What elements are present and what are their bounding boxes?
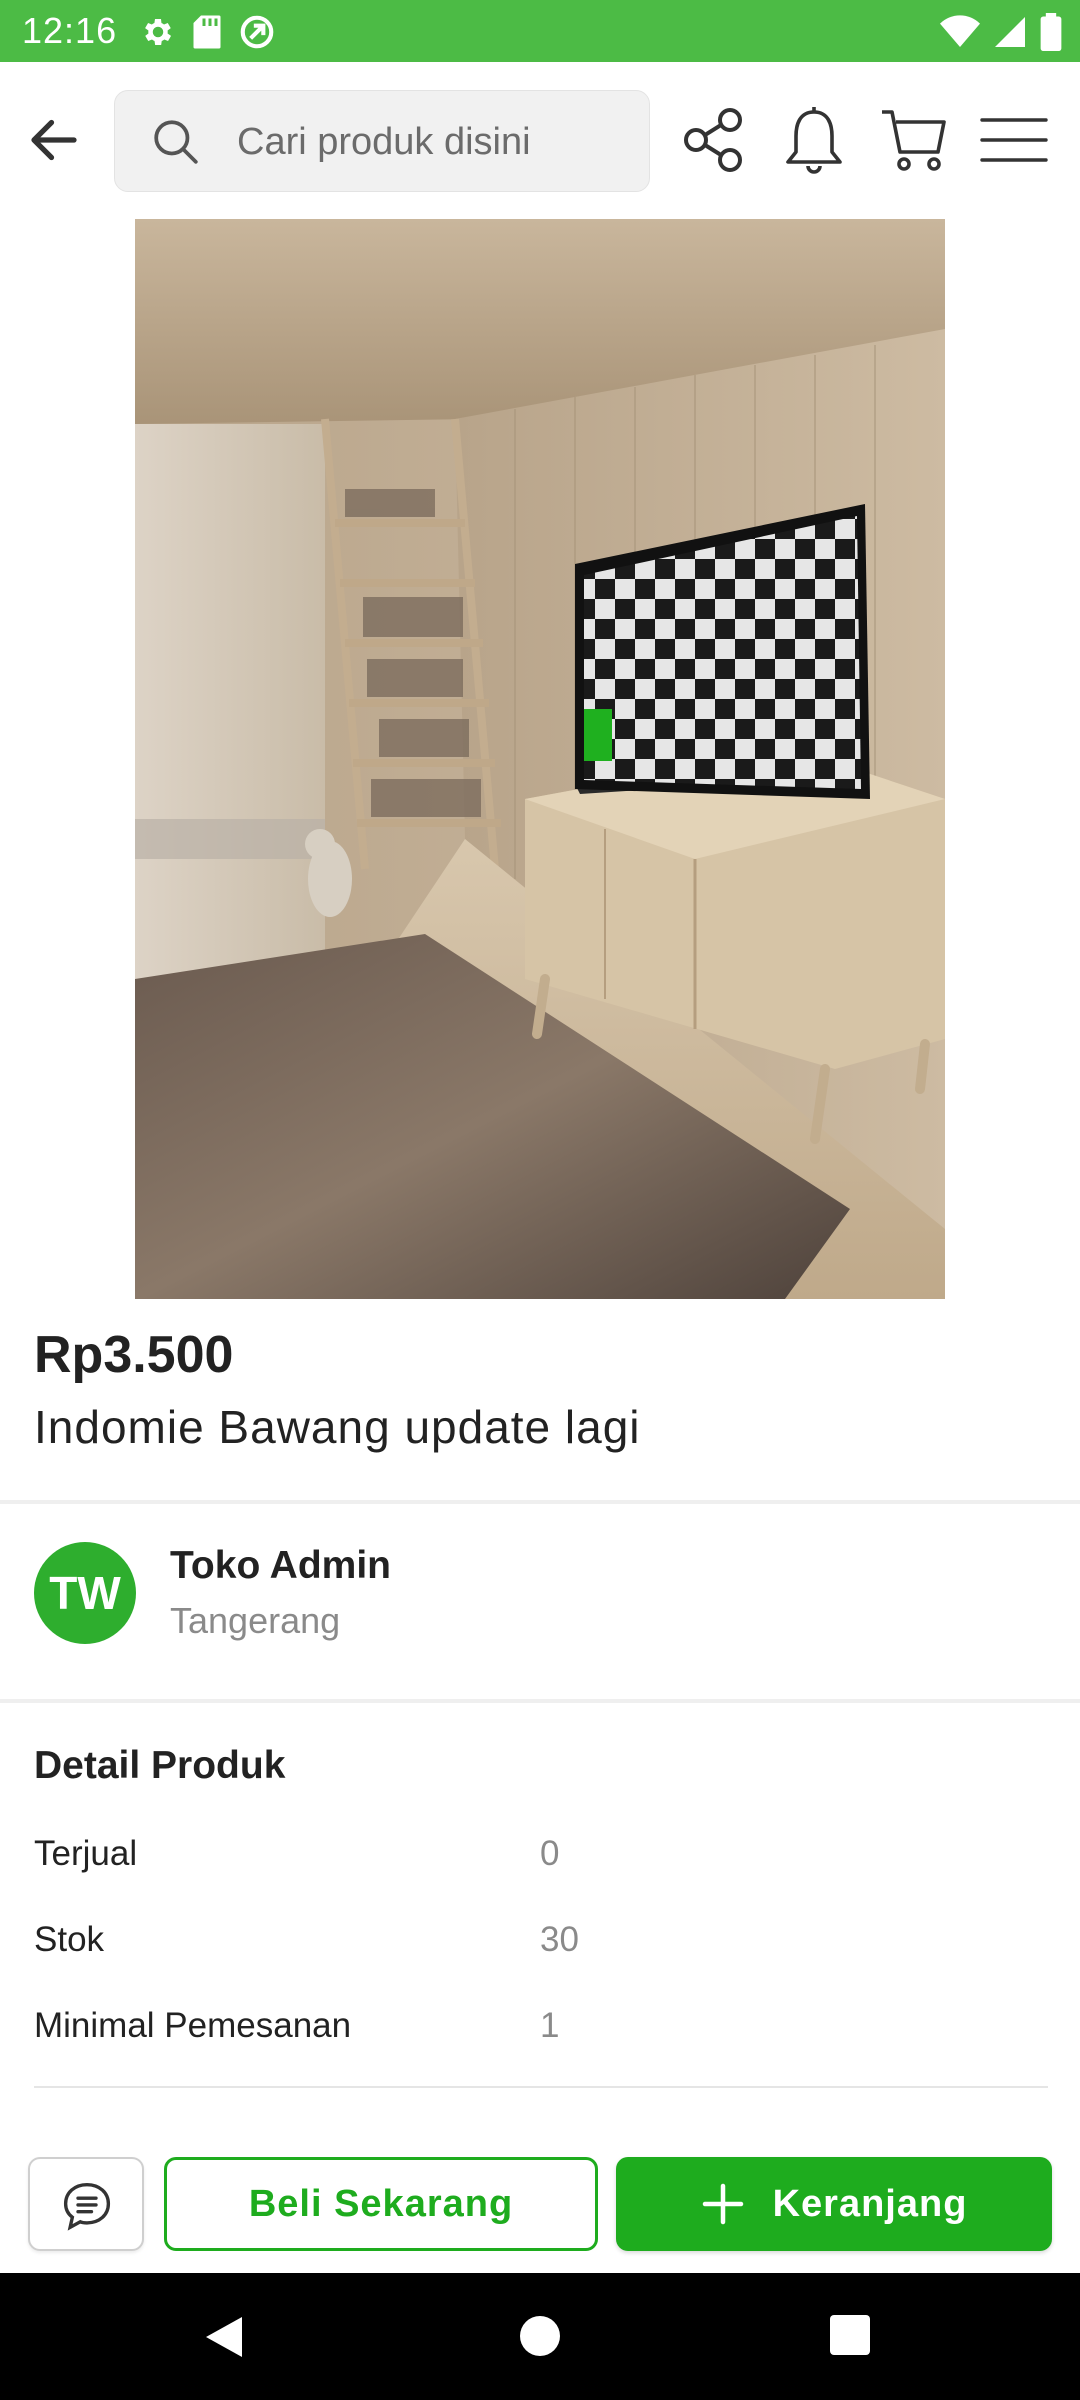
back-button[interactable] (24, 110, 94, 172)
detail-header: Detail Produk (34, 1744, 286, 1787)
nav-home-icon[interactable] (517, 2313, 563, 2359)
signal-icon (995, 17, 1025, 47)
data-saver-icon (240, 15, 274, 49)
detail-value: 0 (540, 1834, 560, 1873)
wifi-icon (940, 15, 980, 47)
chat-icon (63, 2182, 111, 2231)
detail-value: 1 (540, 2006, 560, 2045)
nav-back-icon[interactable] (200, 2313, 248, 2361)
search-bar[interactable] (114, 90, 650, 192)
store-location: Tangerang (170, 1600, 341, 1641)
add-to-cart-button[interactable]: Keranjang (616, 2157, 1052, 2251)
buy-now-button[interactable]: Beli Sekarang (164, 2157, 598, 2251)
menu-icon[interactable] (978, 104, 1050, 176)
search-icon (154, 120, 198, 164)
system-nav-bar (0, 2273, 1080, 2400)
cart-icon[interactable] (878, 104, 950, 176)
plus-icon (702, 2183, 743, 2225)
settings-icon (145, 18, 172, 46)
product-price: Rp3.500 (34, 1326, 234, 1384)
detail-value: 30 (540, 1920, 579, 1959)
detail-divider (34, 2086, 1048, 2088)
product-title: Indomie Bawang update lagi (34, 1401, 641, 1453)
share-icon[interactable] (678, 104, 750, 176)
sd-card-icon (193, 15, 221, 49)
product-image[interactable] (135, 219, 945, 1299)
add-to-cart-label: Keranjang (772, 2182, 968, 2225)
detail-label: Stok (34, 1920, 105, 1959)
store-avatar[interactable]: TW (34, 1542, 136, 1644)
top-nav (0, 62, 1080, 220)
back-arrow-icon (31, 119, 77, 161)
nav-recents-icon[interactable] (828, 2313, 872, 2357)
bell-icon[interactable] (778, 104, 850, 176)
status-time: 12:16 (22, 10, 118, 51)
detail-row-sold: Terjual 0 (34, 1834, 1048, 1894)
section-divider (0, 1699, 1080, 1703)
detail-label: Minimal Pemesanan (34, 2006, 352, 2045)
section-divider (0, 1500, 1080, 1504)
status-bar: 12:16 (0, 0, 1080, 62)
battery-icon (1040, 13, 1062, 51)
detail-label: Terjual (34, 1834, 138, 1873)
detail-row-stock: Stok 30 (34, 1920, 1048, 1980)
search-input[interactable] (235, 111, 629, 173)
detail-row-min-order: Minimal Pemesanan 1 (34, 2006, 1048, 2066)
chat-button[interactable] (28, 2157, 144, 2251)
store-name[interactable]: Toko Admin (170, 1544, 391, 1588)
